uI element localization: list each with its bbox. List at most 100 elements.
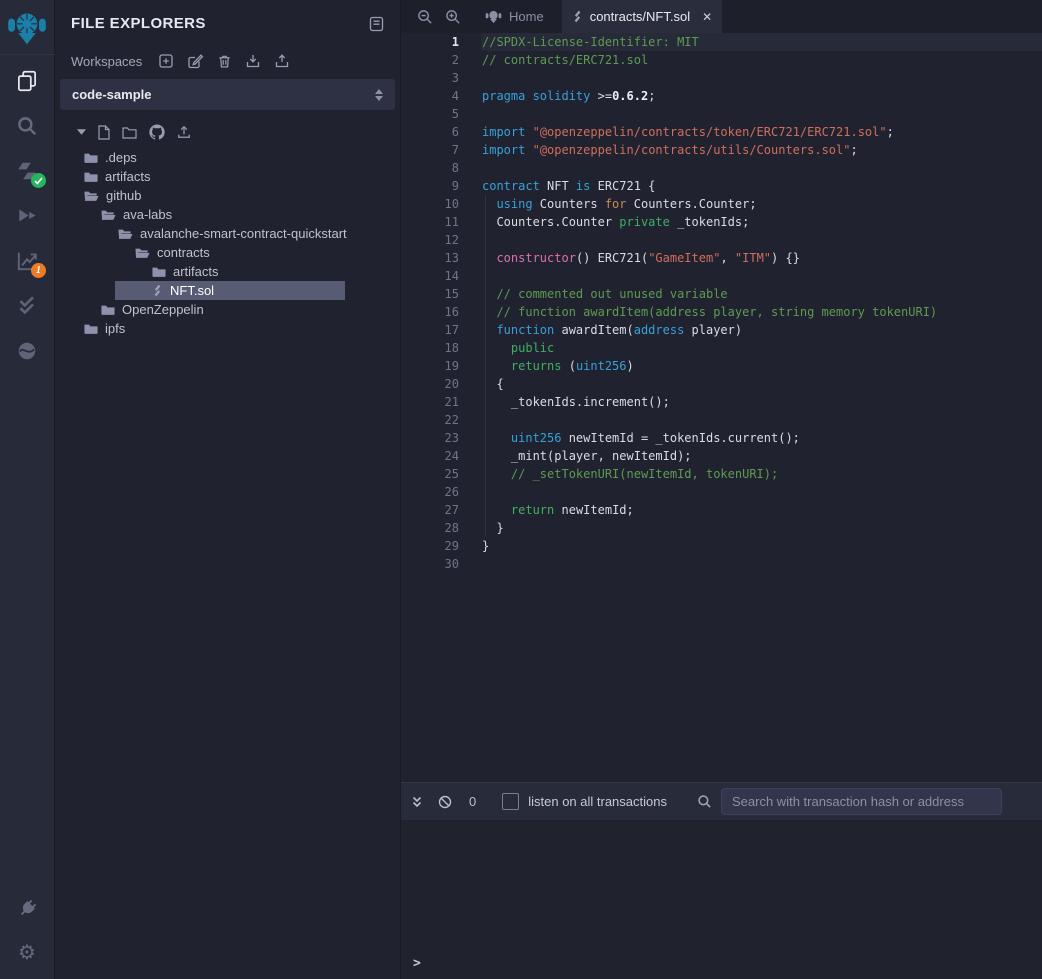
line-number: 4 — [401, 87, 459, 105]
code-line-3 — [481, 69, 1042, 87]
folder-icon — [84, 152, 98, 164]
icon-rail: 1 — [0, 0, 55, 979]
tree-item-ava-labs[interactable]: ava-labs — [55, 205, 400, 224]
code-line-22 — [481, 411, 1042, 429]
folder-icon — [152, 266, 166, 278]
code-line-23: uint256 newItemId = _tokenIds.current(); — [481, 429, 1042, 447]
upload-file-icon[interactable] — [177, 125, 191, 139]
plugin-manager-icon[interactable] — [13, 895, 41, 923]
code-line-9: contract NFT is ERC721 { — [481, 177, 1042, 195]
analytics-badge: 1 — [31, 263, 46, 278]
code-line-4: pragma solidity >=0.6.2; — [481, 87, 1042, 105]
unit-testing-icon[interactable] — [13, 292, 41, 320]
rename-workspace-icon[interactable] — [187, 53, 204, 69]
tree-item--deps[interactable]: .deps — [55, 148, 400, 167]
line-number: 27 — [401, 501, 459, 519]
expand-terminal-icon[interactable] — [411, 796, 423, 808]
download-workspace-icon[interactable] — [245, 53, 261, 69]
github-gist-icon[interactable] — [149, 124, 165, 140]
zoom-out-icon[interactable] — [417, 9, 433, 25]
search-icon[interactable] — [13, 112, 41, 140]
tree-item-avalanche-smart-contract-quickstart[interactable]: avalanche-smart-contract-quickstart — [55, 224, 400, 243]
code-line-29: } — [481, 537, 1042, 555]
code-line-18: public — [481, 339, 1042, 357]
line-number: 3 — [401, 69, 459, 87]
tree-item-github[interactable]: github — [55, 186, 400, 205]
code-line-11: Counters.Counter private _tokenIds; — [481, 213, 1042, 231]
line-number: 18 — [401, 339, 459, 357]
tree-item-label: OpenZeppelin — [122, 302, 204, 317]
tree-item-nft-sol[interactable]: NFT.sol — [55, 281, 400, 300]
line-number: 19 — [401, 357, 459, 375]
code-line-15: // commented out unused variable — [481, 285, 1042, 303]
settings-icon[interactable]: ⚙ — [13, 939, 41, 967]
tab-home-label: Home — [509, 9, 544, 24]
line-number: 26 — [401, 483, 459, 501]
code-line-16: // function awardItem(address player, st… — [481, 303, 1042, 321]
terminal-search-input[interactable] — [721, 788, 1002, 815]
listen-transactions-label: listen on all transactions — [528, 794, 667, 809]
clear-console-icon[interactable] — [438, 795, 452, 809]
line-number: 10 — [401, 195, 459, 213]
delete-workspace-icon[interactable] — [217, 53, 232, 69]
tree-item-label: contracts — [157, 245, 210, 260]
folder-open-icon — [101, 209, 116, 221]
terminal-prompt: > — [413, 956, 421, 971]
code-line-12 — [481, 231, 1042, 249]
panel-title: FILE EXPLORERS — [71, 15, 206, 32]
compile-success-badge — [31, 173, 46, 188]
line-number: 12 — [401, 231, 459, 249]
close-tab-icon[interactable]: ✕ — [702, 10, 712, 24]
restore-workspace-icon[interactable] — [274, 53, 290, 69]
line-number: 6 — [401, 123, 459, 141]
tree-item-artifacts[interactable]: artifacts — [55, 167, 400, 186]
tree-item-contracts[interactable]: contracts — [55, 243, 400, 262]
tab-home[interactable]: Home — [475, 0, 554, 33]
tree-item-openzeppelin[interactable]: OpenZeppelin — [55, 300, 400, 319]
code-line-28: } — [481, 519, 1042, 537]
remix-logo — [0, 0, 55, 55]
solidity-file-icon — [572, 10, 583, 23]
terminal-output[interactable]: > — [401, 820, 1042, 979]
rail-bottom-icons: ⚙ — [13, 895, 41, 979]
select-arrows-icon — [375, 89, 383, 101]
code-line-6: import "@openzeppelin/contracts/token/ER… — [481, 123, 1042, 141]
line-number: 2 — [401, 51, 459, 69]
folder-open-icon — [135, 247, 150, 259]
code-line-5 — [481, 105, 1042, 123]
listen-transactions-checkbox[interactable] — [502, 793, 519, 810]
analytics-icon[interactable]: 1 — [13, 247, 41, 275]
line-number: 22 — [401, 411, 459, 429]
deploy-and-run-icon[interactable] — [13, 202, 41, 230]
folder-open-icon — [118, 228, 133, 240]
code-editor[interactable]: 1234567891011121314151617181920212223242… — [401, 33, 1042, 782]
folder-icon — [84, 171, 98, 183]
new-folder-icon[interactable] — [122, 126, 137, 139]
workspace-select[interactable]: code-sample — [60, 79, 395, 110]
workspace-selected-value: code-sample — [72, 87, 151, 102]
tab-nft-sol-label: contracts/NFT.sol — [590, 9, 690, 24]
tree-item-label: avalanche-smart-contract-quickstart — [140, 226, 347, 241]
solidity-file-icon — [152, 284, 163, 297]
tree-item-ipfs[interactable]: ipfs — [55, 319, 400, 338]
new-file-icon[interactable] — [98, 125, 110, 140]
tree-item-artifacts[interactable]: artifacts — [55, 262, 400, 281]
collapse-tree-icon[interactable] — [77, 129, 86, 135]
panel-menu-icon[interactable] — [369, 16, 384, 32]
line-number: 7 — [401, 141, 459, 159]
tree-item-label: NFT.sol — [170, 283, 214, 298]
code-line-10: using Counters for Counters.Counter; — [481, 195, 1042, 213]
remix-logo-icon — [7, 7, 47, 47]
terminal-toolbar: 0 listen on all transactions — [401, 782, 1042, 820]
tab-nft-sol[interactable]: contracts/NFT.sol ✕ — [562, 0, 722, 33]
sourcify-icon[interactable] — [13, 337, 41, 365]
create-workspace-icon[interactable] — [158, 53, 174, 69]
code-line-19: returns (uint256) — [481, 357, 1042, 375]
code-line-27: return newItemId; — [481, 501, 1042, 519]
file-explorer-icon[interactable] — [13, 67, 41, 95]
code-content[interactable]: //SPDX-License-Identifier: MIT// contrac… — [481, 33, 1042, 782]
line-number: 5 — [401, 105, 459, 123]
solidity-compiler-icon[interactable] — [13, 157, 41, 185]
line-number-gutter: 1234567891011121314151617181920212223242… — [401, 33, 481, 782]
zoom-in-icon[interactable] — [445, 9, 461, 25]
